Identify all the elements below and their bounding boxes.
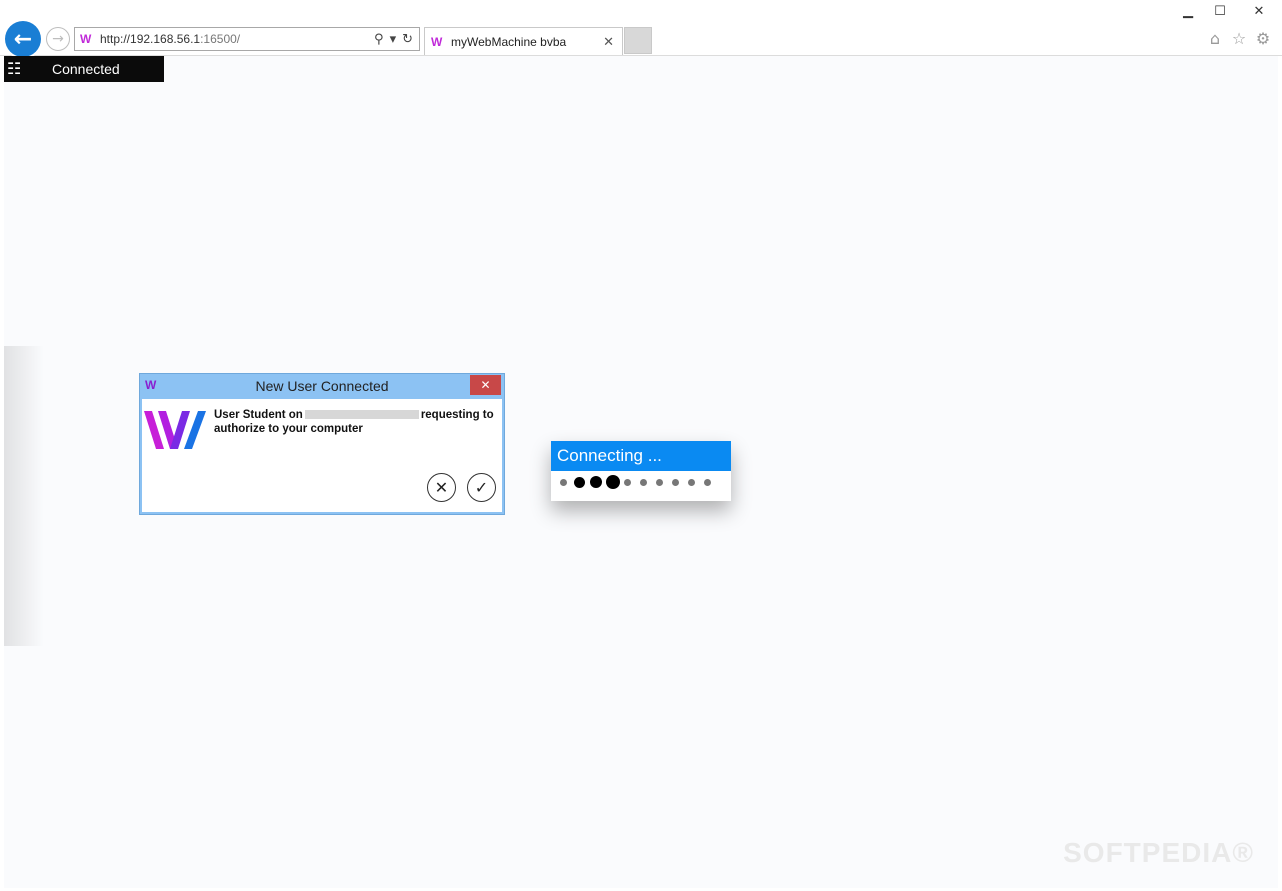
- tab-close-icon[interactable]: ✕: [603, 34, 614, 50]
- connecting-popup: Connecting ...: [551, 441, 731, 501]
- message-part1: User Student on: [214, 409, 303, 421]
- close-window-button[interactable]: ✕: [1236, 0, 1282, 22]
- connection-status-bar: ☷ Connected: [4, 56, 164, 82]
- dropdown-icon[interactable]: ▾: [390, 32, 397, 47]
- browser-chrome: ▁ ☐ ✕ ← → W http://192.168.56.1:16500/ ⚲…: [0, 0, 1282, 57]
- loading-dot: [574, 477, 585, 488]
- dialog-body: User Student on requesting to authorize t…: [142, 399, 502, 512]
- tab-mywebmachine[interactable]: W myWebMachine bvba ✕: [424, 27, 623, 55]
- loading-dot: [606, 475, 620, 489]
- accept-button[interactable]: ✓: [467, 473, 496, 502]
- softpedia-watermark: SOFTPEDIA®: [1063, 837, 1254, 868]
- tab-title: myWebMachine bvba: [451, 34, 567, 49]
- dialog-title: New User Connected: [255, 378, 389, 394]
- loading-dot: [590, 476, 602, 488]
- new-user-dialog: W New User Connected ✕ User Student on re…: [139, 373, 505, 515]
- maximize-button[interactable]: ☐: [1204, 0, 1236, 22]
- loading-dot: [704, 479, 711, 486]
- settings-gear-icon[interactable]: ⚙: [1254, 29, 1272, 48]
- back-arrow-icon: ←: [13, 26, 33, 52]
- minimize-button[interactable]: ▁: [1172, 0, 1204, 22]
- home-icon[interactable]: ⌂: [1206, 29, 1224, 48]
- loading-dot: [672, 479, 679, 486]
- search-icon[interactable]: ⚲: [374, 32, 384, 47]
- redacted-host: [304, 410, 419, 420]
- address-url[interactable]: http://192.168.56.1:16500/: [100, 32, 374, 46]
- url-port: :16500/: [200, 32, 241, 46]
- loading-dots: [560, 475, 730, 490]
- browser-toolbar-right: ⌂ ☆ ⚙: [1206, 29, 1272, 48]
- forward-button[interactable]: →: [46, 27, 70, 51]
- loading-dot: [560, 479, 567, 486]
- new-tab-button[interactable]: [624, 27, 652, 54]
- refresh-icon[interactable]: ↻: [402, 32, 413, 47]
- side-panel-shadow: [4, 346, 44, 646]
- url-host: http://192.168.56.1: [100, 32, 201, 46]
- connection-status-label: Connected: [52, 61, 120, 77]
- accept-check-icon: ✓: [474, 478, 489, 497]
- connecting-label: Connecting ...: [551, 441, 731, 471]
- mywebmachine-logo-icon: [144, 411, 206, 449]
- forward-arrow-icon: →: [52, 31, 64, 47]
- dialog-message: User Student on requesting to authorize t…: [214, 408, 499, 436]
- deny-x-icon: ✕: [434, 478, 449, 497]
- deny-button[interactable]: ✕: [427, 473, 456, 502]
- back-button[interactable]: ←: [5, 21, 41, 57]
- loading-dot: [640, 479, 647, 486]
- loading-dot: [688, 479, 695, 486]
- menu-grid-icon[interactable]: ☷: [7, 61, 23, 77]
- dialog-close-button[interactable]: ✕: [470, 375, 501, 395]
- address-bar[interactable]: W http://192.168.56.1:16500/ ⚲ ▾ ↻: [74, 27, 420, 51]
- dialog-titlebar: W New User Connected ✕: [140, 374, 504, 398]
- favorites-star-icon[interactable]: ☆: [1230, 29, 1248, 48]
- window-controls: ▁ ☐ ✕: [1172, 0, 1282, 22]
- loading-dot: [624, 479, 631, 486]
- site-favicon-icon: W: [80, 32, 92, 46]
- loading-dot: [656, 479, 663, 486]
- tab-favicon-icon: W: [431, 34, 443, 49]
